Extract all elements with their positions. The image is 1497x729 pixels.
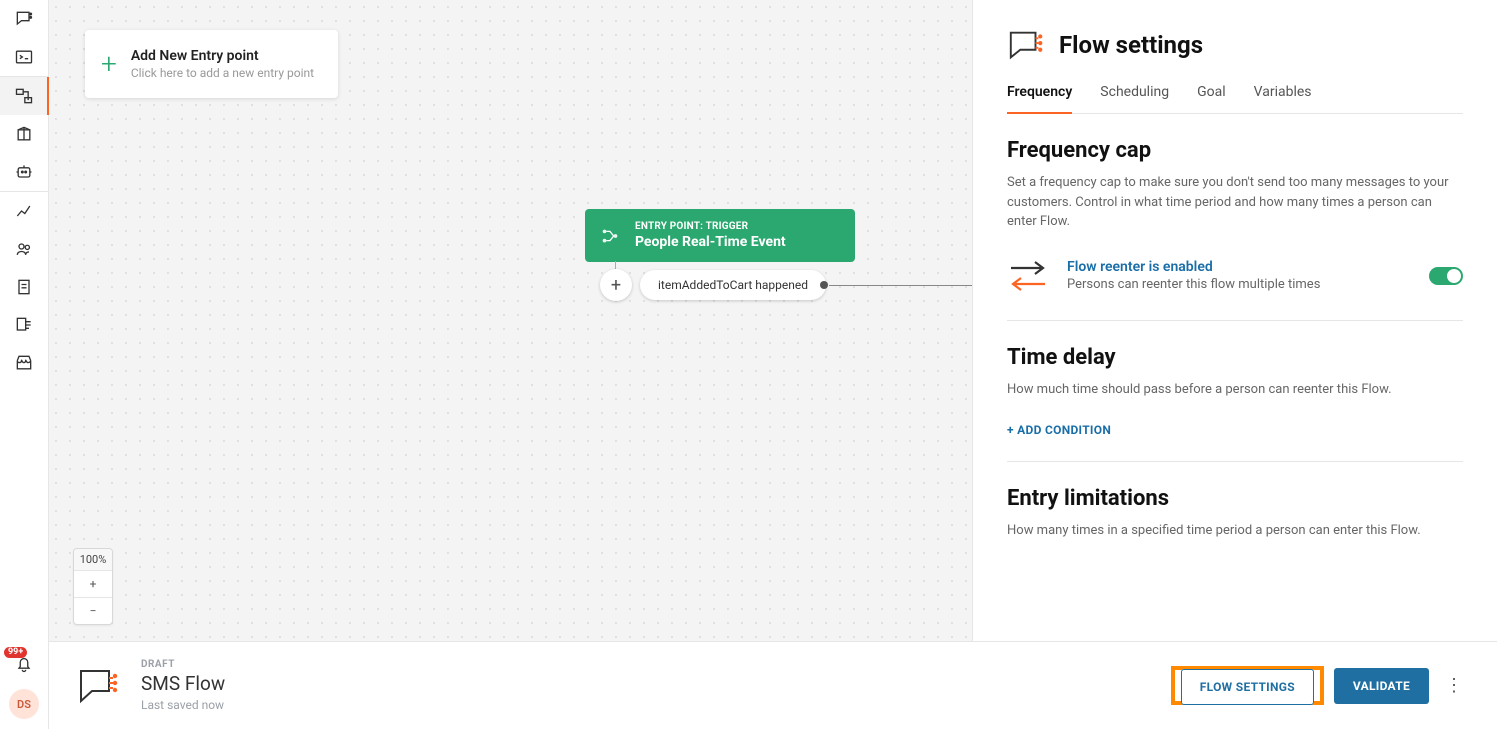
time-delay-section: Time delay How much time should pass bef…: [1007, 321, 1463, 400]
trigger-label: ENTRY POINT: TRIGGER: [635, 221, 839, 232]
flow-connector: [829, 285, 972, 286]
reenter-title: Flow reenter is enabled: [1067, 259, 1411, 275]
panel-header: Flow settings: [1007, 28, 1463, 62]
footer-actions: FLOW SETTINGS VALIDATE ⋮: [1171, 666, 1469, 705]
zoom-in-button[interactable]: +: [74, 571, 112, 597]
rail-bot-icon[interactable]: [0, 153, 48, 191]
nav-rail: 99+ DS: [0, 0, 49, 729]
footer: DRAFT SMS Flow Last saved now FLOW SETTI…: [49, 641, 1497, 729]
settings-tabs: Frequency Scheduling Goal Variables: [1007, 84, 1463, 114]
tab-frequency[interactable]: Frequency: [1007, 84, 1072, 114]
reenter-row: Flow reenter is enabled Persons can reen…: [1007, 232, 1463, 321]
tab-variables[interactable]: Variables: [1254, 84, 1312, 114]
add-condition-button[interactable]: + ADD CONDITION: [1007, 399, 1463, 461]
main: + Add New Entry point Click here to add …: [49, 0, 1497, 729]
entry-lim-desc: How many times in a specified time perio…: [1007, 521, 1463, 541]
highlight-box: FLOW SETTINGS: [1171, 666, 1324, 705]
entry-card-subtitle: Click here to add a new entry point: [131, 66, 314, 80]
flow-settings-button[interactable]: FLOW SETTINGS: [1181, 669, 1314, 705]
rail-terminal-icon[interactable]: [0, 38, 48, 76]
reenter-arrows-icon: [1007, 258, 1049, 294]
rail-people-icon[interactable]: [0, 230, 48, 268]
child-row: + itemAddedToCart happened: [600, 269, 826, 301]
entry-card-title: Add New Entry point: [131, 48, 314, 64]
entry-limitations-section: Entry limitations How many times in a sp…: [1007, 461, 1463, 541]
canvas-wrap: + Add New Entry point Click here to add …: [49, 0, 1497, 641]
validate-button[interactable]: VALIDATE: [1334, 668, 1429, 704]
zoom-level: 100%: [74, 549, 112, 571]
plus-icon: +: [101, 50, 117, 78]
frequency-cap-section: Frequency cap Set a frequency cap to mak…: [1007, 114, 1463, 232]
freq-desc: Set a frequency cap to make sure you don…: [1007, 173, 1463, 232]
rail-bell-icon[interactable]: 99+: [0, 645, 48, 683]
reenter-sub: Persons can reenter this flow multiple t…: [1067, 277, 1411, 292]
tab-scheduling[interactable]: Scheduling: [1100, 84, 1169, 114]
flow-settings-icon: [1007, 28, 1045, 62]
rail-chat-icon[interactable]: [0, 0, 48, 38]
entry-lim-title: Entry limitations: [1007, 486, 1463, 511]
trigger-title: People Real-Time Event: [635, 234, 839, 250]
reenter-toggle[interactable]: [1429, 267, 1463, 285]
footer-meta: DRAFT SMS Flow Last saved now: [141, 659, 1151, 712]
flow-canvas[interactable]: + Add New Entry point Click here to add …: [49, 0, 972, 641]
rail-report-icon[interactable]: [0, 306, 48, 344]
last-saved: Last saved now: [141, 698, 1151, 712]
zoom-out-button[interactable]: −: [74, 597, 112, 624]
rail-flow-icon[interactable]: [0, 77, 48, 115]
add-entry-point-card[interactable]: + Add New Entry point Click here to add …: [85, 30, 338, 98]
event-pill[interactable]: itemAddedToCart happened: [640, 270, 826, 300]
add-step-button[interactable]: +: [600, 269, 632, 301]
bell-badge: 99+: [4, 647, 27, 658]
tab-goal[interactable]: Goal: [1197, 84, 1226, 114]
zoom-control: 100% + −: [73, 548, 113, 625]
panel-title: Flow settings: [1059, 31, 1203, 59]
trigger-event-icon: [599, 225, 621, 247]
rail-package-icon[interactable]: [0, 115, 48, 153]
rail-analytics-icon[interactable]: [0, 192, 48, 230]
app-root: 99+ DS + Add New Entry point Click here …: [0, 0, 1497, 729]
delay-title: Time delay: [1007, 345, 1463, 370]
flow-title: SMS Flow: [141, 672, 1151, 695]
freq-title: Frequency cap: [1007, 138, 1463, 163]
user-avatar[interactable]: DS: [9, 689, 39, 719]
more-menu-icon[interactable]: ⋮: [1439, 675, 1469, 696]
flow-icon: [77, 667, 121, 705]
rail-store-icon[interactable]: [0, 344, 48, 382]
trigger-node[interactable]: ENTRY POINT: TRIGGER People Real-Time Ev…: [585, 209, 855, 262]
flow-status: DRAFT: [141, 659, 1151, 670]
delay-desc: How much time should pass before a perso…: [1007, 380, 1463, 400]
rail-doc-icon[interactable]: [0, 268, 48, 306]
settings-panel: Flow settings Frequency Scheduling Goal …: [972, 0, 1497, 641]
